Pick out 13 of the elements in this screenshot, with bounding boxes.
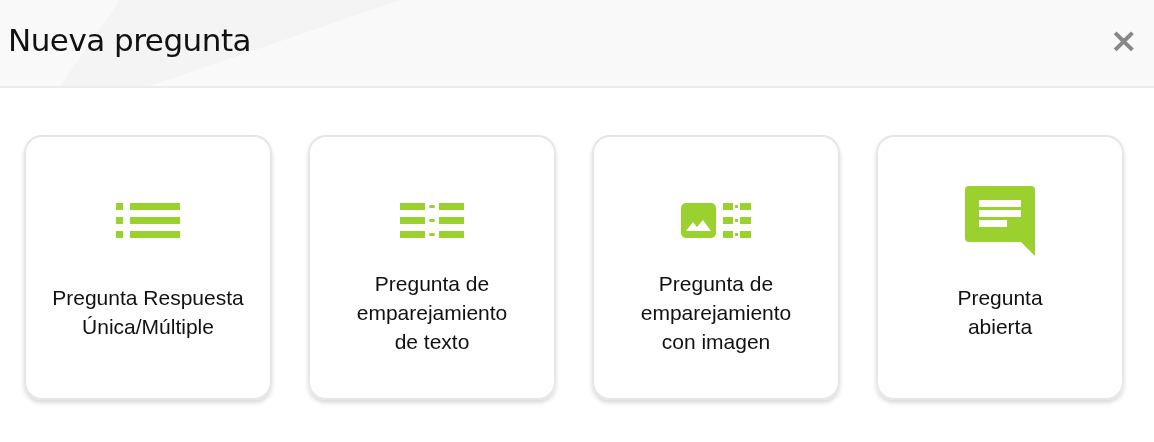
question-type-card[interactable]: Pregunta de emparejamiento con imagen [592, 135, 840, 400]
question-type-label: Pregunta de emparejamiento de texto [356, 270, 508, 355]
question-type-card[interactable]: Pregunta abierta [876, 135, 1124, 400]
dialog-title: Nueva pregunta [8, 22, 252, 58]
speech-bubble-icon [965, 186, 1035, 256]
matching-list-icon [400, 203, 464, 239]
question-type-label: Pregunta abierta [957, 285, 1043, 340]
question-type-card[interactable]: Pregunta de emparejamiento de texto [308, 135, 556, 400]
list-icon [116, 203, 180, 239]
question-type-card[interactable]: Pregunta Respuesta Única/Múltiple [24, 135, 272, 400]
question-type-label: Pregunta de emparejamiento con imagen [640, 270, 792, 355]
question-type-label: Pregunta Respuesta Única/Múltiple [52, 285, 244, 340]
image-matching-icon [681, 203, 751, 239]
